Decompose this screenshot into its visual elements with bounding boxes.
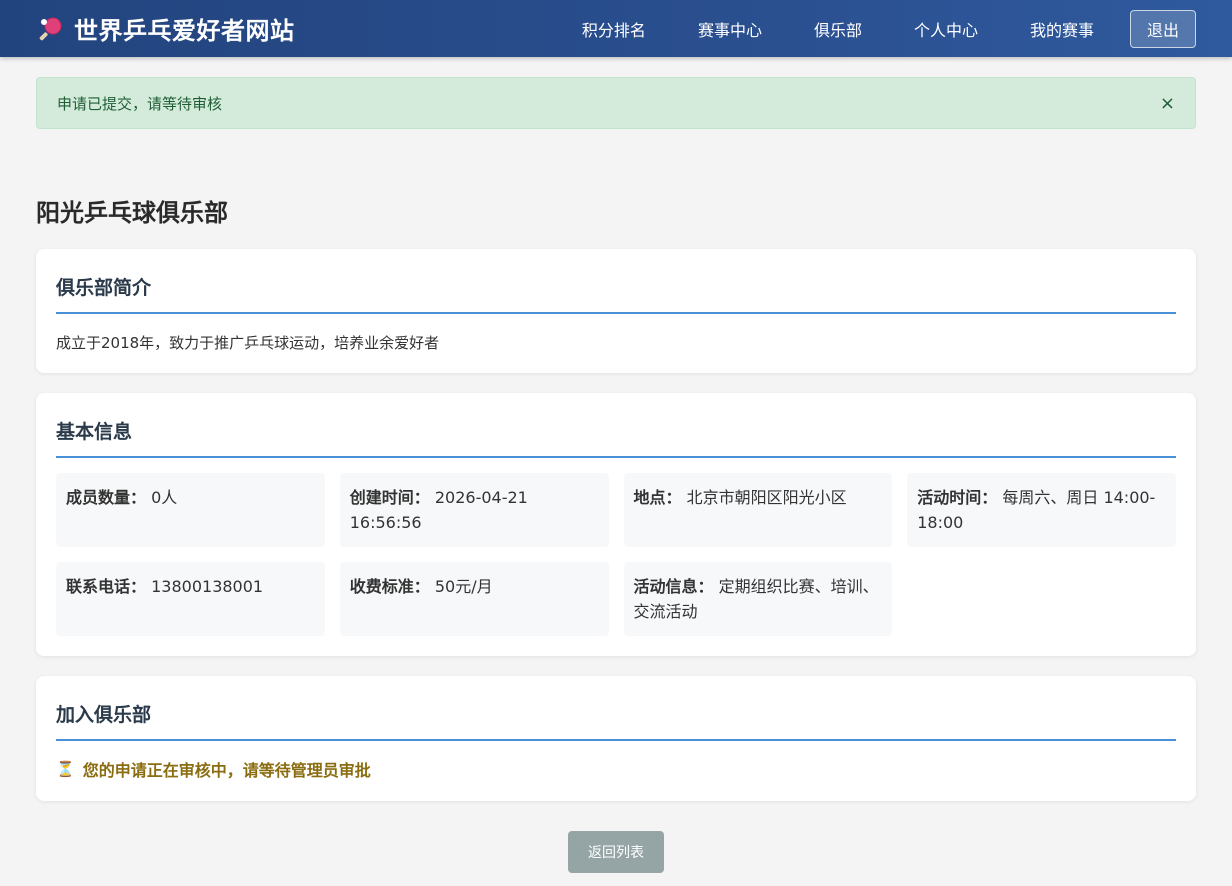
success-alert: 申请已提交，请等待审核 × [36,77,1196,129]
info-created-time: 创建时间： 2026-04-21 16:56:56 [339,473,609,547]
info-fee: 收费标准： 50元/月 [339,562,609,636]
hourglass-icon: ⏳ [56,760,75,778]
info-location: 地点： 北京市朝阳区阳光小区 [623,473,893,547]
info-value: 50元/月 [434,577,493,596]
club-intro-card: 俱乐部简介 成立于2018年，致力于推广乒乓球运动，培养业余爱好者 [36,249,1196,373]
alert-close-icon[interactable]: × [1160,93,1175,114]
ping-pong-paddle-icon [39,17,62,40]
info-label: 创建时间： [349,488,430,507]
club-intro-text: 成立于2018年，致力于推广乒乓球运动，培养业余爱好者 [56,334,440,352]
info-value: 0人 [151,488,178,507]
main-nav: 积分排名 赛事中心 俱乐部 个人中心 我的赛事 [582,17,1094,41]
info-label: 活动时间： [917,488,998,507]
brand-title: 世界乒乓爱好者网站 [74,17,295,45]
info-label: 地点： [633,488,682,507]
join-club-card: 加入俱乐部 ⏳ 您的申请正在审核中，请等待管理员审批 [36,676,1196,801]
main-content: 申请已提交，请等待审核 × 阳光乒乓球俱乐部 俱乐部简介 成立于2018年，致力… [0,57,1232,873]
nav-profile[interactable]: 个人中心 [914,17,978,41]
card-title: 加入俱乐部 [56,676,1176,741]
info-label: 成员数量： [66,488,147,507]
info-activity-time: 活动时间： 每周六、周日 14:00-18:00 [907,473,1176,547]
brand-link[interactable]: 世界乒乓爱好者网站 [38,11,295,46]
info-grid: 成员数量： 0人 创建时间： 2026-04-21 16:56:56 地点： 北… [56,458,1176,636]
top-navbar: 世界乒乓爱好者网站 积分排名 赛事中心 俱乐部 个人中心 我的赛事 退出 [0,0,1232,57]
info-activities: 活动信息： 定期组织比赛、培训、交流活动 [623,562,893,636]
nav-my-events[interactable]: 我的赛事 [1030,17,1094,41]
info-phone: 联系电话： 13800138001 [56,562,325,636]
info-value: 13800138001 [151,577,264,596]
back-to-list-button[interactable]: 返回列表 [568,831,664,873]
nav-ranking[interactable]: 积分排名 [582,17,646,41]
info-label: 收费标准： [349,577,430,596]
card-title: 基本信息 [56,393,1176,458]
info-label: 联系电话： [66,577,147,596]
info-label: 活动信息： [633,577,714,596]
basic-info-card: 基本信息 成员数量： 0人 创建时间： 2026-04-21 16:56:56 … [36,393,1196,656]
pending-status: ⏳ 您的申请正在审核中，请等待管理员审批 [56,741,1176,781]
nav-events[interactable]: 赛事中心 [698,17,762,41]
pending-status-text: 您的申请正在审核中，请等待管理员审批 [82,761,371,780]
page-title: 阳光乒乓球俱乐部 [36,199,228,227]
nav-clubs[interactable]: 俱乐部 [814,17,862,41]
info-member-count: 成员数量： 0人 [56,473,325,547]
info-value: 北京市朝阳区阳光小区 [686,488,847,507]
card-title: 俱乐部简介 [56,249,1176,314]
alert-message: 申请已提交，请等待审核 [57,94,223,113]
logout-button[interactable]: 退出 [1130,9,1196,48]
footer-actions: 返回列表 [36,831,1196,873]
